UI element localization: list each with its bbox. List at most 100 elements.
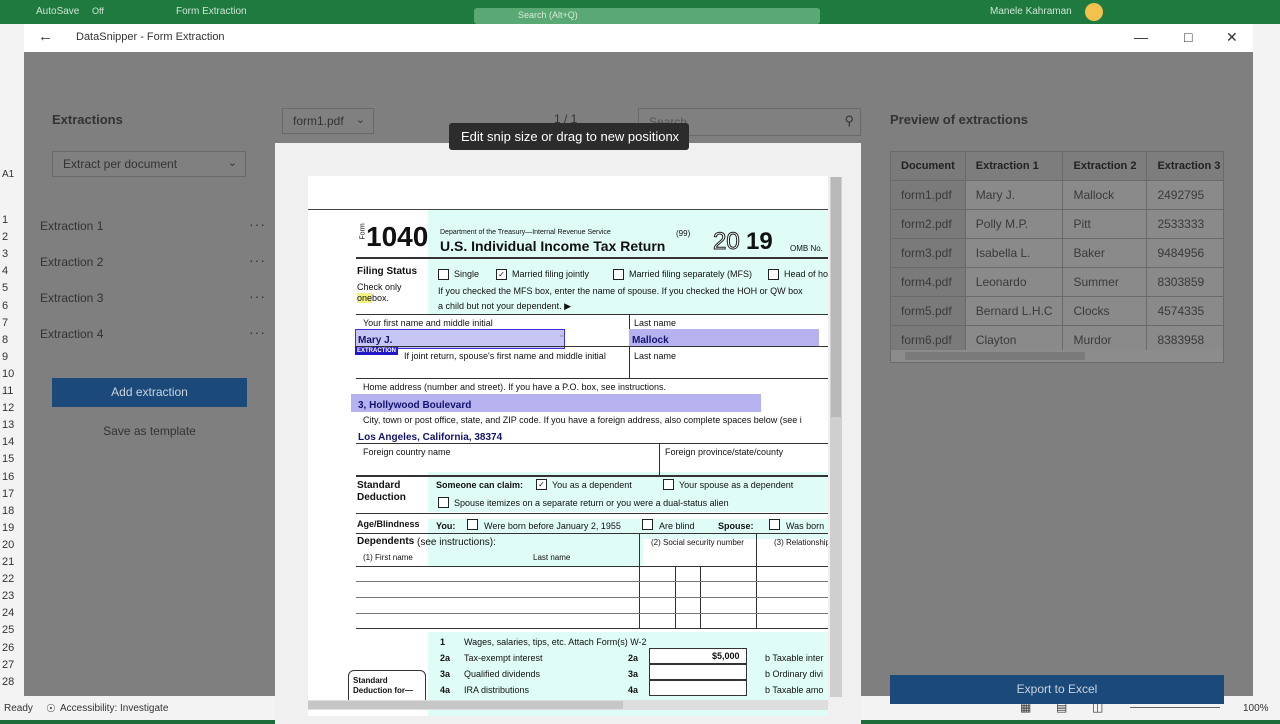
spouse-dependent-label: Your spouse as a dependent: [679, 480, 794, 490]
someone-can-claim-label: Someone can claim:: [436, 480, 524, 490]
resize-handle-icon[interactable]: ⇔: [558, 330, 567, 340]
save-as-template-button[interactable]: Save as template: [52, 424, 247, 438]
std-deduction-for-b: Deduction for—: [353, 686, 413, 695]
extraction-item[interactable]: Extraction 3 ···: [40, 284, 266, 312]
accessibility-icon: ☉: [46, 703, 56, 715]
row-number[interactable]: 2: [2, 231, 8, 243]
more-options-icon[interactable]: ···: [249, 252, 266, 268]
more-options-icon[interactable]: ···: [249, 216, 266, 232]
extract-mode-select[interactable]: Extract per document ⌄: [52, 151, 246, 177]
zoom-slider[interactable]: [1130, 707, 1220, 708]
rule: [356, 378, 828, 379]
viewer-horizontal-scrollbar[interactable]: [308, 700, 828, 710]
last-name-value: Mallock: [632, 335, 669, 346]
row-number[interactable]: 3: [2, 248, 8, 260]
extraction-item[interactable]: Extraction 2 ···: [40, 248, 266, 276]
table-cell: Mallock: [1062, 180, 1148, 210]
row-number[interactable]: 7: [2, 317, 8, 329]
extraction-item[interactable]: Extraction 4 ···: [40, 320, 266, 348]
row-number[interactable]: 20: [2, 539, 14, 551]
more-options-icon[interactable]: ···: [249, 288, 266, 304]
line-3a-field: [649, 664, 747, 680]
tooltip-close-button[interactable]: x: [673, 123, 680, 150]
preview-heading: Preview of extractions: [890, 112, 1028, 127]
row-number[interactable]: 25: [2, 624, 14, 636]
you-dependent-checkbox: ✓: [536, 479, 547, 490]
std-deduction-heading-a: Standard: [357, 480, 401, 491]
export-to-excel-button[interactable]: Export to Excel: [890, 675, 1224, 704]
you-label: You:: [436, 521, 456, 531]
avatar[interactable]: [1085, 3, 1103, 21]
row-number[interactable]: 9: [2, 351, 8, 363]
line-2a-label: Tax-exempt interest: [464, 653, 543, 663]
table-cell: 2533333: [1146, 209, 1223, 239]
preview-horizontal-scrollbar[interactable]: [891, 350, 1223, 362]
close-button[interactable]: ✕: [1226, 29, 1238, 46]
preview-table: Document Extraction 1 Extraction 2 Extra…: [890, 151, 1224, 363]
line-1-label: Wages, salaries, tips, etc. Attach Form(…: [464, 637, 647, 647]
mfs-note: If you checked the MFS box, enter the na…: [438, 286, 803, 296]
status-accessibility[interactable]: Accessibility: Investigate: [60, 703, 168, 714]
row-number[interactable]: 23: [2, 590, 14, 602]
zoom-level: 100%: [1243, 703, 1269, 714]
table-cell: Isabella L.: [965, 238, 1064, 268]
file-select[interactable]: form1.pdf ⌄: [282, 108, 374, 134]
maximize-button[interactable]: □: [1184, 29, 1192, 45]
born-before-checkbox: [467, 519, 478, 530]
row-number[interactable]: 11: [2, 385, 13, 397]
row-number[interactable]: 10: [2, 368, 14, 380]
row-number[interactable]: 19: [2, 522, 14, 534]
workbook-name: Form Extraction: [176, 6, 247, 17]
row-number[interactable]: 5: [2, 282, 8, 294]
row-number[interactable]: 26: [2, 642, 14, 654]
table-cell: Polly M.P.: [965, 209, 1064, 239]
line-2a-number: 2a: [440, 653, 451, 663]
minimize-button[interactable]: —: [1134, 29, 1148, 45]
autosave-toggle[interactable]: Off: [92, 6, 104, 16]
row-number[interactable]: 27: [2, 659, 14, 671]
table-cell: Mary J.: [965, 180, 1064, 210]
dialog-title: DataSnipper - Form Extraction: [76, 31, 225, 43]
row-number[interactable]: 6: [2, 300, 8, 312]
row-number[interactable]: 22: [2, 573, 14, 585]
are-blind-label: Are blind: [659, 521, 695, 531]
row-number[interactable]: 16: [2, 471, 14, 483]
row-number[interactable]: 4: [2, 265, 8, 277]
scroll-thumb[interactable]: [905, 352, 1085, 360]
extraction-item-label: Extraction 4: [40, 327, 104, 341]
excel-search-box[interactable]: Search (Alt+Q): [474, 8, 820, 24]
form-department: Department of the Treasury—Internal Reve…: [440, 229, 611, 236]
excel-search-placeholder: Search (Alt+Q): [518, 10, 578, 20]
row-number[interactable]: 17: [2, 488, 14, 500]
dependents-heading: Dependents: [357, 536, 415, 547]
row-number[interactable]: 28: [2, 676, 14, 688]
row-number[interactable]: 1: [2, 214, 8, 226]
dependent-last-name-label: Last name: [533, 553, 571, 562]
extraction-item[interactable]: Extraction 1 ···: [40, 212, 266, 240]
mfs-checkbox: [613, 269, 624, 280]
cell-reference: A1: [2, 169, 15, 180]
foreign-province-label: Foreign province/state/county: [665, 447, 784, 457]
row-number[interactable]: 12: [2, 402, 14, 414]
form-number: 1040: [366, 221, 429, 252]
arrow-left-icon[interactable]: ←: [38, 28, 53, 45]
first-name-label: Your first name and middle initial: [363, 318, 493, 328]
row-number[interactable]: 13: [2, 419, 14, 431]
add-extraction-button[interactable]: Add extraction: [52, 378, 247, 407]
form-extraction-dialog: ← DataSnipper - Form Extraction — □ ✕ Ex…: [24, 24, 1253, 724]
row-number[interactable]: 15: [2, 453, 14, 465]
scroll-thumb[interactable]: [308, 701, 623, 709]
rule: [356, 513, 828, 514]
row-number[interactable]: 8: [2, 334, 8, 346]
row-number[interactable]: 18: [2, 505, 14, 517]
row-number[interactable]: 14: [2, 436, 14, 448]
row-number[interactable]: 24: [2, 607, 14, 619]
scroll-thumb[interactable]: [831, 177, 841, 417]
more-options-icon[interactable]: ···: [249, 324, 266, 340]
row-number[interactable]: 21: [2, 556, 14, 568]
mfj-checkbox: ✓: [496, 269, 507, 280]
document-viewer[interactable]: Form 1040 Department of the Treasury—Int…: [275, 143, 861, 724]
search-icon[interactable]: ⚲: [844, 113, 854, 129]
viewer-vertical-scrollbar[interactable]: [830, 177, 842, 697]
chevron-down-icon: ⌄: [355, 114, 365, 126]
